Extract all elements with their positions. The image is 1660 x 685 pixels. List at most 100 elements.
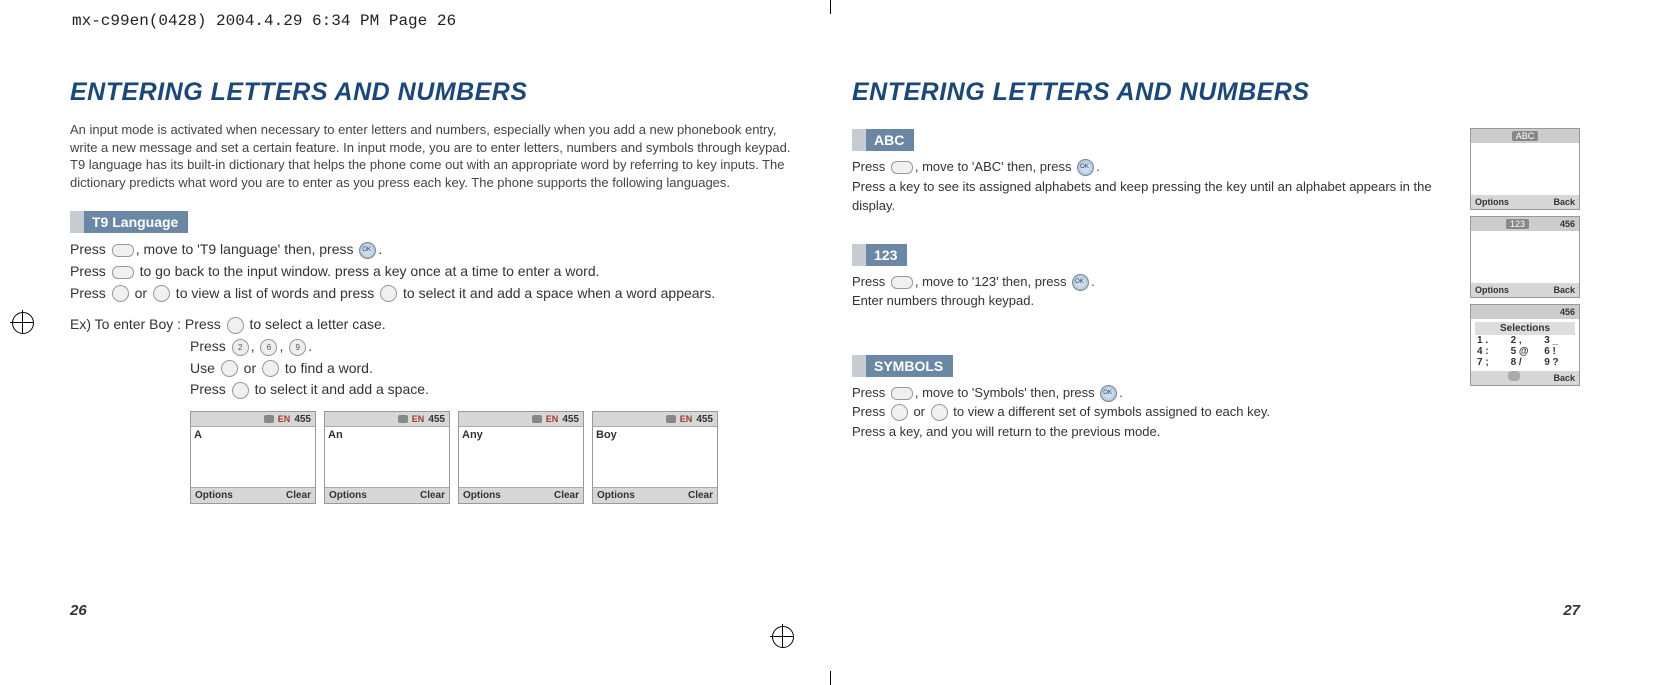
nav-icon xyxy=(1508,371,1520,381)
page-left: ENTERING LETTERS AND NUMBERS An input mo… xyxy=(70,78,798,615)
text: to view a list of words and press xyxy=(172,285,378,301)
text: Press xyxy=(852,274,889,289)
softkey-icon xyxy=(112,244,134,257)
t9-line-1: Press , move to 'T9 language' then, pres… xyxy=(70,239,798,261)
text: , move to '123' then, press xyxy=(915,274,1070,289)
nav-down-icon xyxy=(931,404,948,421)
sym-line-3: Press a key, and you will return to the … xyxy=(852,422,1440,442)
section-t9-language: T9 Language xyxy=(70,211,188,233)
text: Press xyxy=(190,381,230,397)
text: , move to 'ABC' then, press xyxy=(915,159,1075,174)
text: , xyxy=(279,338,287,354)
example-line-3: Use or to find a word. xyxy=(190,358,798,380)
options-softkey: Options xyxy=(329,488,367,503)
print-header: mx-c99en(0428) 2004.4.29 6:34 PM Page 26 xyxy=(72,12,456,30)
text: . xyxy=(308,338,312,354)
text: or xyxy=(910,404,929,419)
options-softkey: Options xyxy=(195,488,233,503)
char-count: 456 xyxy=(1560,307,1575,317)
text: . xyxy=(378,241,382,257)
page-right: ENTERING LETTERS AND NUMBERS ABC Press ,… xyxy=(852,78,1580,615)
phone-abc: ABC OptionsBack xyxy=(1470,128,1580,210)
text: to select a letter case. xyxy=(246,316,386,332)
text: or xyxy=(131,285,151,301)
text: to select it and add a space when a word… xyxy=(399,285,715,301)
crop-mark-top xyxy=(830,0,831,14)
clear-softkey: Clear xyxy=(286,488,311,503)
text: to go back to the input window. press a … xyxy=(136,263,600,279)
text: Press xyxy=(70,285,110,301)
sym-line-2: Press or to view a different set of symb… xyxy=(852,402,1440,422)
text: . xyxy=(1091,274,1095,289)
softkey-icon xyxy=(891,276,913,289)
text: . xyxy=(1096,159,1100,174)
t9-line-2: Press to go back to the input window. pr… xyxy=(70,261,798,283)
sym-cell: 9 ? xyxy=(1544,357,1573,368)
nav-up-icon xyxy=(112,285,129,302)
text: or xyxy=(240,360,260,376)
t9-line-3: Press or to view a list of words and pre… xyxy=(70,283,798,305)
options-softkey: Options xyxy=(1475,283,1509,297)
typed-text: Boy xyxy=(593,427,717,487)
options-softkey: Options xyxy=(1475,195,1509,209)
char-count: 455 xyxy=(562,414,579,425)
clear-softkey: Clear xyxy=(554,488,579,503)
char-count: 456 xyxy=(1560,219,1575,229)
phone-screen-4: EN455 Boy OptionsClear xyxy=(592,411,718,504)
select-icon xyxy=(232,382,249,399)
abc-line-1: Press , move to 'ABC' then, press . xyxy=(852,157,1440,177)
ok-icon xyxy=(359,242,376,259)
123-line-2: Enter numbers through keypad. xyxy=(852,291,1440,311)
signal-icon xyxy=(398,415,408,423)
key-6-icon: 6 xyxy=(260,339,277,356)
example-phone-row: EN455 A OptionsClear EN455 An OptionsCle… xyxy=(190,411,798,504)
signal-icon xyxy=(666,415,676,423)
case-key-icon xyxy=(227,317,244,334)
clear-softkey: Clear xyxy=(688,488,713,503)
page-number-right: 27 xyxy=(1563,602,1580,619)
text: Press xyxy=(852,159,889,174)
ok-icon xyxy=(1100,385,1117,402)
softkey-icon xyxy=(891,161,913,174)
text: , move to 'T9 language' then, press xyxy=(136,241,358,257)
text: Press xyxy=(70,263,110,279)
nav-down-icon xyxy=(153,285,170,302)
sym-cell: 8 / xyxy=(1511,357,1540,368)
char-count: 455 xyxy=(696,414,713,425)
ok-icon xyxy=(1072,274,1089,291)
sym-cell: 4 : xyxy=(1477,346,1506,357)
phone-symbols: 456 Selections 1 .2 ,3 _ 4 :5 @6 ! 7 ;8 … xyxy=(1470,304,1580,386)
text: Use xyxy=(190,360,219,376)
nav-up-icon xyxy=(221,360,238,377)
text: to view a different set of symbols assig… xyxy=(950,404,1270,419)
123-line-1: Press , move to '123' then, press . xyxy=(852,272,1440,292)
page-title: ENTERING LETTERS AND NUMBERS xyxy=(70,78,798,107)
text: to select it and add a space. xyxy=(251,381,429,397)
options-softkey: Options xyxy=(597,488,635,503)
section-symbols: SYMBOLS xyxy=(852,355,953,377)
nav-up-icon xyxy=(891,404,908,421)
example-line-2: Press 2, 6, 9. xyxy=(190,336,798,358)
nav-down-icon xyxy=(112,266,134,279)
selections-title: Selections xyxy=(1475,322,1575,335)
phone-screen-1: EN455 A OptionsClear xyxy=(190,411,316,504)
back-softkey: Back xyxy=(1553,371,1575,385)
text: Press xyxy=(190,338,230,354)
text: Press xyxy=(852,404,889,419)
phone-123: 123456 OptionsBack xyxy=(1470,216,1580,298)
phone-screen-3: EN455 Any OptionsClear xyxy=(458,411,584,504)
nav-down-icon xyxy=(262,360,279,377)
mode-tag: 123 xyxy=(1506,219,1529,229)
sym-cell: 1 . xyxy=(1477,335,1506,346)
select-icon xyxy=(380,285,397,302)
text: to find a word. xyxy=(281,360,373,376)
abc-line-2: Press a key to see its assigned alphabet… xyxy=(852,177,1440,216)
options-softkey: Options xyxy=(463,488,501,503)
section-abc: ABC xyxy=(852,129,914,151)
lang-label: EN xyxy=(546,414,559,424)
sym-line-1: Press , move to 'Symbols' then, press . xyxy=(852,383,1440,403)
crop-mark-bottom xyxy=(830,671,831,685)
sym-cell: 6 ! xyxy=(1544,346,1573,357)
page-number-left: 26 xyxy=(70,602,87,619)
char-count: 455 xyxy=(428,414,445,425)
